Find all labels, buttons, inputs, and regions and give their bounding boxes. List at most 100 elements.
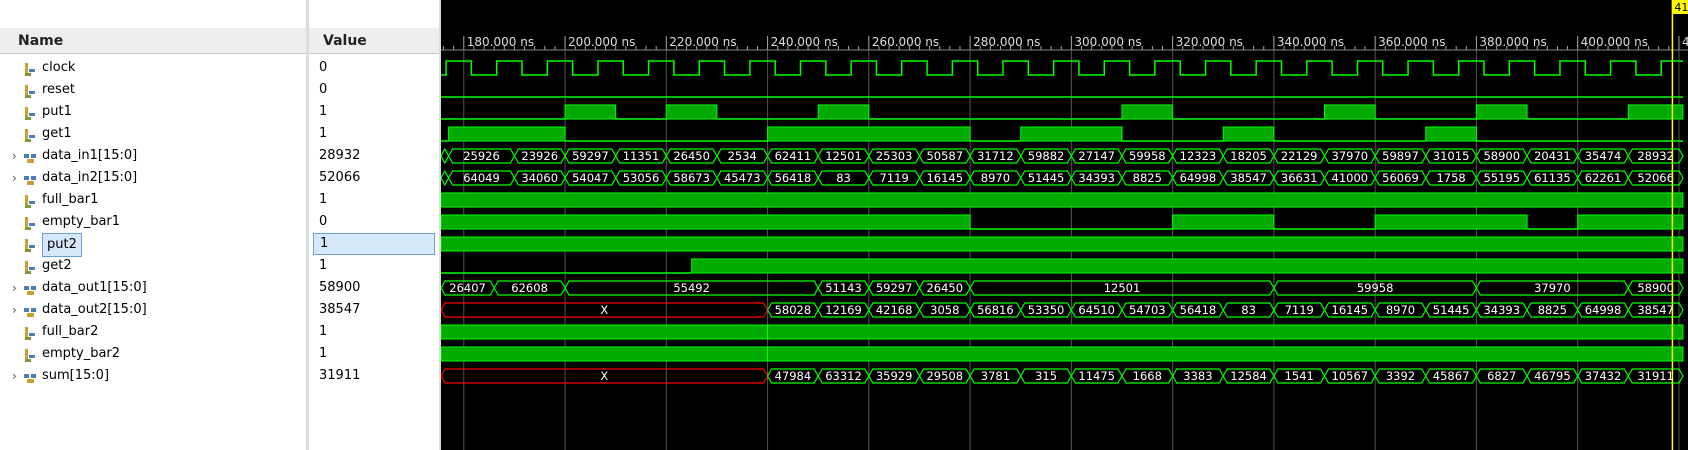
bus-value-label: 6827 [1487,369,1516,383]
bit-high-segment [1222,126,1275,142]
value-row[interactable]: 1 [309,321,439,343]
bus-value-label: 59882 [1028,149,1065,163]
ruler-tick-label: 240.000 ns [771,35,838,49]
ruler-tick-label: 320.000 ns [1176,35,1243,49]
value-row[interactable]: 1 [309,233,439,255]
expand-chevron-icon[interactable]: › [12,167,22,189]
bus-value-label: 59958 [1357,281,1394,295]
bit-high-segment [441,324,769,340]
expand-chevron-icon[interactable]: › [12,365,22,387]
signal-name: clock [42,60,76,75]
bus-value-label: 62261 [1585,171,1622,185]
bus-value-label: 26450 [926,281,963,295]
expand-chevron-icon[interactable]: › [12,145,22,167]
signal-name: full_bar2 [42,324,99,339]
bit-high-segment [691,258,1684,274]
value-column-header[interactable]: Value [309,28,439,54]
value-row[interactable]: 58900 [309,277,439,299]
bus-value-label: 12169 [825,303,862,317]
bus-value-label: 1541 [1285,369,1314,383]
bus-value-label: 37970 [1534,281,1571,295]
bus-value-label: 315 [1035,369,1057,383]
signal-value: 1 [319,104,328,119]
signal-value: 0 [319,82,328,97]
signal-name: empty_bar2 [42,346,121,361]
bit-high-segment [1627,104,1684,120]
value-row[interactable]: 0 [309,57,439,79]
bus-value-label: 45867 [1433,369,1470,383]
value-row[interactable]: 1 [309,123,439,145]
signal-row[interactable]: reset [0,79,306,101]
signal-row[interactable]: › data_out2[15:0] [0,299,306,321]
value-row[interactable]: 1 [309,189,439,211]
bus-value-label: 51445 [1028,171,1065,185]
bus-value-label: 56069 [1382,171,1419,185]
bus-value-label: 25303 [876,149,913,163]
bus-value-label: 47984 [775,369,812,383]
signal-row[interactable]: clock [0,57,306,79]
bus-value-label: 18205 [1230,149,1267,163]
bus-value-label: 58028 [775,303,812,317]
value-row[interactable]: 38547 [309,299,439,321]
bus-value-label: 7119 [1285,303,1314,317]
bus-value-label: 8970 [1386,303,1415,317]
signal-row[interactable]: get2 [0,255,306,277]
bus-value-label: 23926 [521,149,558,163]
ruler-tick-label: 300.000 ns [1074,35,1141,49]
ruler-tick-label: 400.000 ns [1581,35,1648,49]
signal-value: 58900 [319,280,361,295]
value-row[interactable]: 1 [309,343,439,365]
value-row[interactable]: 1 [309,101,439,123]
bus-value-label: 35474 [1585,149,1622,163]
bus-value-label: 7119 [880,171,909,185]
bus-value-label: 56816 [977,303,1014,317]
value-row[interactable]: 0 [309,79,439,101]
bus-value-label: 37432 [1585,369,1622,383]
bus-value-label: 58673 [673,171,710,185]
bus-value-label: 34393 [1483,303,1520,317]
value-row[interactable]: 0 [309,211,439,233]
bus-value-label: 22129 [1281,149,1318,163]
signal-value: 1 [319,346,328,361]
bus-signal-icon [24,370,38,392]
waveform-canvas[interactable]: 180.000 ns 200.000 ns 220.000 ns 240.000 ns… [441,0,1688,450]
bus-value-label: 38547 [1637,303,1674,317]
signal-row[interactable]: get1 [0,123,306,145]
name-column-header[interactable]: Name [0,28,306,54]
bit-high-segment [1324,104,1376,120]
bus-value-label: 31015 [1433,149,1470,163]
value-row[interactable]: 28932 [309,145,439,167]
signal-row[interactable]: put2 [0,233,306,257]
bit-high-segment [1374,214,1528,230]
signal-row[interactable]: › data_in1[15:0] [0,145,306,167]
bus-value-label: 3392 [1386,369,1415,383]
ruler-tick-label: 340.000 ns [1277,35,1344,49]
ruler-tick-label: 180.000 ns [467,35,534,49]
signal-row[interactable]: empty_bar1 [0,211,306,233]
signal-row[interactable]: full_bar1 [0,189,306,211]
bit-high-segment [817,104,870,120]
signal-value: 1 [319,192,328,207]
bus-value-label: 51445 [1433,303,1470,317]
signal-name: data_out1[15:0] [42,280,147,295]
signal-row[interactable]: › data_out1[15:0] [0,277,306,299]
bus-value-label: 3058 [930,303,959,317]
bus-value-label: 11475 [1078,369,1115,383]
signal-row[interactable]: full_bar2 [0,321,306,343]
signal-value: 28932 [319,148,361,163]
signal-row[interactable]: › sum[15:0] [0,365,306,387]
signal-row[interactable]: put1 [0,101,306,123]
expand-chevron-icon[interactable]: › [12,299,22,321]
bus-value-label: 54703 [1129,303,1166,317]
value-row[interactable]: 1 [309,255,439,277]
ruler-tick-label: 220.000 ns [669,35,736,49]
signal-value: 1 [319,258,328,273]
waveform-view[interactable]: 180.000 ns 200.000 ns 220.000 ns 240.000 ns… [441,0,1688,450]
signal-row[interactable]: › data_in2[15:0] [0,167,306,189]
value-row[interactable]: 52066 [309,167,439,189]
bus-value-label: 59897 [1382,149,1419,163]
bit-high-segment [1121,104,1174,120]
expand-chevron-icon[interactable]: › [12,277,22,299]
signal-row[interactable]: empty_bar2 [0,343,306,365]
value-row[interactable]: 31911 [309,365,439,387]
